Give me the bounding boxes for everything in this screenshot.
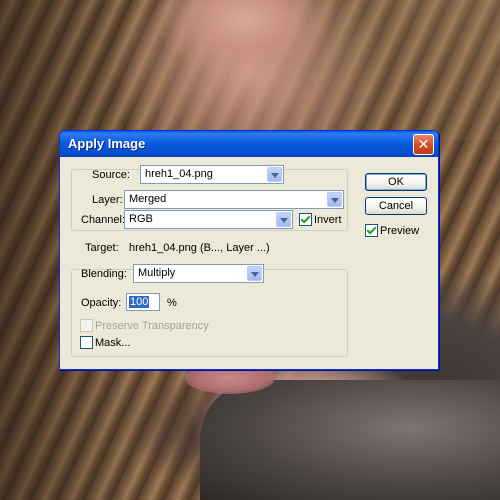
source-label: Source:: [92, 169, 130, 181]
chevron-down-icon: [327, 192, 342, 207]
source-value: hreh1_04.png: [145, 168, 213, 180]
channel-dropdown[interactable]: RGB: [124, 210, 293, 229]
apply-image-dialog: Apply Image ✕ Source: hreh1_04.png Layer…: [59, 130, 439, 370]
layer-label: Layer:: [92, 194, 123, 206]
channel-label: Channel:: [81, 214, 126, 226]
preview-checkbox[interactable]: [365, 224, 378, 237]
chevron-down-icon: [276, 212, 291, 227]
invert-checkbox[interactable]: [299, 213, 312, 226]
preserve-transparency-checkbox[interactable]: [80, 319, 93, 332]
channel-value: RGB: [129, 213, 153, 225]
blending-value: Multiply: [138, 267, 176, 279]
dialog-title: Apply Image: [68, 136, 146, 151]
blending-label: Blending:: [81, 268, 127, 280]
chevron-down-icon: [267, 167, 282, 182]
layer-value: Merged: [129, 193, 167, 205]
close-button[interactable]: ✕: [413, 134, 434, 155]
target-label: Target:: [85, 242, 119, 254]
ok-button[interactable]: OK: [365, 173, 427, 191]
close-icon: ✕: [417, 136, 430, 152]
mask-checkbox[interactable]: [80, 336, 93, 349]
opacity-value: 100: [129, 296, 150, 308]
chevron-down-icon: [247, 266, 262, 281]
title-bar[interactable]: Apply Image ✕: [60, 131, 438, 157]
hair-highlight-right: [300, 0, 500, 140]
source-dropdown[interactable]: hreh1_04.png: [140, 165, 284, 184]
opacity-unit: %: [167, 297, 177, 309]
invert-label[interactable]: Invert: [314, 214, 342, 226]
layer-dropdown[interactable]: Merged: [124, 190, 344, 209]
preserve-transparency-label[interactable]: Preserve Transparency: [95, 320, 209, 332]
blending-dropdown[interactable]: Multiply: [133, 264, 264, 283]
opacity-label: Opacity:: [81, 297, 122, 309]
opacity-input[interactable]: 100: [126, 293, 160, 311]
cancel-button[interactable]: Cancel: [365, 197, 427, 215]
mask-label[interactable]: Mask...: [95, 337, 130, 349]
preview-label[interactable]: Preview: [380, 225, 419, 237]
scarf: [200, 380, 500, 500]
target-value: hreh1_04.png (B..., Layer ...): [129, 242, 270, 254]
